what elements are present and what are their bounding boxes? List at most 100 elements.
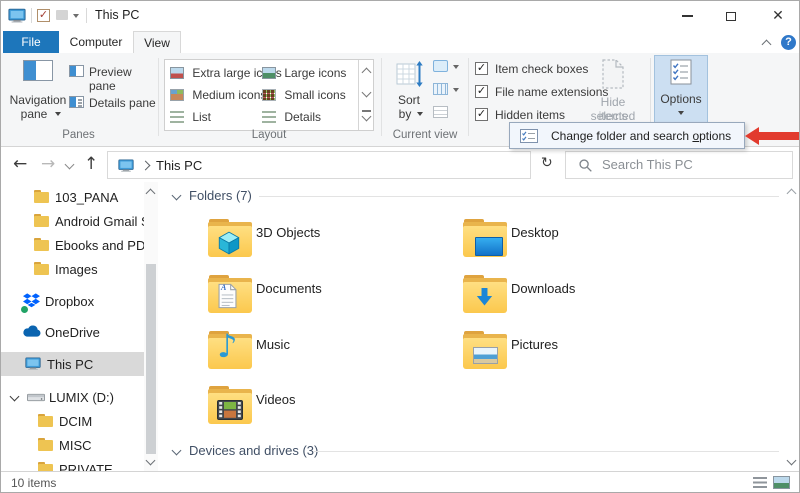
group-separator <box>468 58 469 136</box>
pictures-folder-icon <box>463 331 507 369</box>
sidebar-item-103-pana[interactable]: 103_PANA <box>1 186 144 209</box>
breadcrumb-root[interactable]: This PC <box>156 158 202 173</box>
sidebar-item-dropbox[interactable]: Dropbox <box>1 290 144 313</box>
search-input[interactable] <box>600 156 784 173</box>
sidebar-item-this-pc[interactable]: This PC <box>1 352 144 376</box>
minimize-button[interactable] <box>667 1 707 31</box>
size-columns-icon <box>433 106 448 118</box>
tab-file[interactable]: File <box>3 31 59 53</box>
folder-icon <box>38 462 53 471</box>
system-menu-computer-icon[interactable] <box>8 8 26 26</box>
group-separator <box>158 58 159 136</box>
menu-item-change-folder-options[interactable]: Change folder and search options <box>511 124 743 147</box>
tab-view[interactable]: View <box>133 31 181 53</box>
thumbnail-view-toggle-icon[interactable] <box>773 476 790 489</box>
address-box[interactable]: This PC <box>107 151 531 179</box>
menu-item-label: Change folder and search options <box>551 129 731 143</box>
folder-icon <box>34 262 49 275</box>
hide-selected-items-button[interactable]: Hide selected items <box>577 55 649 127</box>
folder-tile-downloads[interactable]: Downloads <box>463 273 703 319</box>
back-icon[interactable]: ← <box>13 154 27 174</box>
folder-tile-music[interactable]: ♪ Music <box>208 329 448 375</box>
close-button[interactable]: ✕ <box>757 1 799 31</box>
item-count: 10 items <box>11 476 56 490</box>
content-scrollbar[interactable] <box>785 182 799 471</box>
preview-pane-icon <box>69 65 84 77</box>
gallery-more-icon[interactable] <box>362 110 371 120</box>
sidebar-scrollbar[interactable] <box>144 182 158 471</box>
folder-tile-pictures[interactable]: Pictures <box>463 329 703 375</box>
layout-item-large-icons[interactable]: Large icons <box>262 62 346 84</box>
layout-item-small-icons[interactable]: Small icons <box>262 84 346 106</box>
sort-by-label-line1: Sort <box>387 93 431 107</box>
this-pc-icon <box>25 357 41 373</box>
sidebar-item-lumix-drive[interactable]: LUMIX (D:) <box>1 386 144 409</box>
refresh-icon[interactable]: ↻ <box>541 155 553 171</box>
expand-chevron-icon[interactable] <box>10 392 20 402</box>
search-box[interactable] <box>565 151 793 179</box>
minimize-icon <box>682 15 693 17</box>
sidebar-item-images[interactable]: Images <box>1 258 144 281</box>
forward-icon[interactable]: → <box>41 154 55 174</box>
sidebar-item-android-gmail[interactable]: Android Gmail S <box>1 210 144 233</box>
layout-item-list[interactable]: List <box>170 106 211 128</box>
scrollbar-thumb[interactable] <box>146 264 156 454</box>
scroll-down-icon[interactable] <box>787 456 797 466</box>
onedrive-icon <box>22 325 41 341</box>
scroll-up-icon[interactable] <box>787 189 797 199</box>
maximize-button[interactable] <box>711 1 751 31</box>
qat-new-folder-icon[interactable] <box>56 10 68 20</box>
folder-tile-3d-objects[interactable]: 3D Objects <box>208 217 448 263</box>
breadcrumb-chevron-icon[interactable] <box>141 161 151 171</box>
navigation-pane-button[interactable]: Navigation pane <box>7 55 69 127</box>
panes-group-label: Panes <box>1 129 156 141</box>
checkbox-icon: ✓ <box>475 62 488 75</box>
scroll-down-icon[interactable] <box>146 456 156 466</box>
scroll-up-icon[interactable] <box>146 189 156 199</box>
drive-icon <box>27 391 45 406</box>
close-icon: ✕ <box>772 8 784 24</box>
ribbon-tab-bar: File Computer View ? <box>1 31 799 53</box>
collapse-ribbon-icon[interactable] <box>762 40 772 50</box>
search-icon <box>578 158 593 176</box>
group-header-devices[interactable]: Devices and drives (3) <box>159 442 779 460</box>
folder-icon <box>38 414 53 427</box>
size-columns-button[interactable] <box>433 105 463 123</box>
add-columns-button[interactable] <box>433 82 463 100</box>
gallery-scroll-up-icon[interactable] <box>362 68 372 78</box>
folder-tile-documents[interactable]: A Documents <box>208 273 448 319</box>
preview-pane-button[interactable]: Preview pane <box>65 63 157 83</box>
sidebar-item-misc[interactable]: MISC <box>1 434 144 457</box>
sidebar-item-ebooks[interactable]: Ebooks and PDF <box>1 234 144 257</box>
options-button[interactable]: Options <box>654 55 708 125</box>
sort-by-button[interactable]: Sort by <box>387 55 431 127</box>
recent-locations-caret-icon[interactable] <box>65 160 75 170</box>
layout-item-details[interactable]: Details <box>262 106 321 128</box>
checkbox-label: Hidden items <box>495 108 565 122</box>
layout-item-medium-icons[interactable]: Medium icons <box>170 84 266 106</box>
group-separator <box>381 58 382 136</box>
list-view-icon <box>170 111 184 123</box>
qat-customize-caret-icon[interactable] <box>73 14 79 18</box>
sidebar-item-private[interactable]: PRIVATE <box>1 458 144 471</box>
folder-tile-videos[interactable]: Videos <box>208 384 448 430</box>
folder-tile-desktop[interactable]: Desktop <box>463 217 703 263</box>
gallery-scroll-down-icon[interactable] <box>362 88 372 98</box>
add-columns-caret-icon <box>453 88 459 92</box>
tab-computer[interactable]: Computer <box>59 31 133 53</box>
qat-properties-icon[interactable]: ✓ <box>37 9 50 22</box>
group-rule <box>314 451 779 452</box>
collapse-group-icon[interactable] <box>172 446 182 456</box>
up-icon[interactable]: ↑ <box>84 154 98 174</box>
details-pane-button[interactable]: Details pane <box>65 94 157 114</box>
group-by-button[interactable] <box>433 59 463 77</box>
large-icons-icon <box>262 67 276 79</box>
group-title: Devices and drives (3) <box>189 443 318 458</box>
collapse-group-icon[interactable] <box>172 191 182 201</box>
group-header-folders[interactable]: Folders (7) <box>159 187 779 205</box>
details-view-toggle-icon[interactable] <box>753 477 767 488</box>
help-icon[interactable]: ? <box>781 35 796 50</box>
sidebar-item-dcim[interactable]: DCIM <box>1 410 144 433</box>
sidebar-item-onedrive[interactable]: OneDrive <box>1 321 144 344</box>
small-icons-icon <box>262 89 276 101</box>
